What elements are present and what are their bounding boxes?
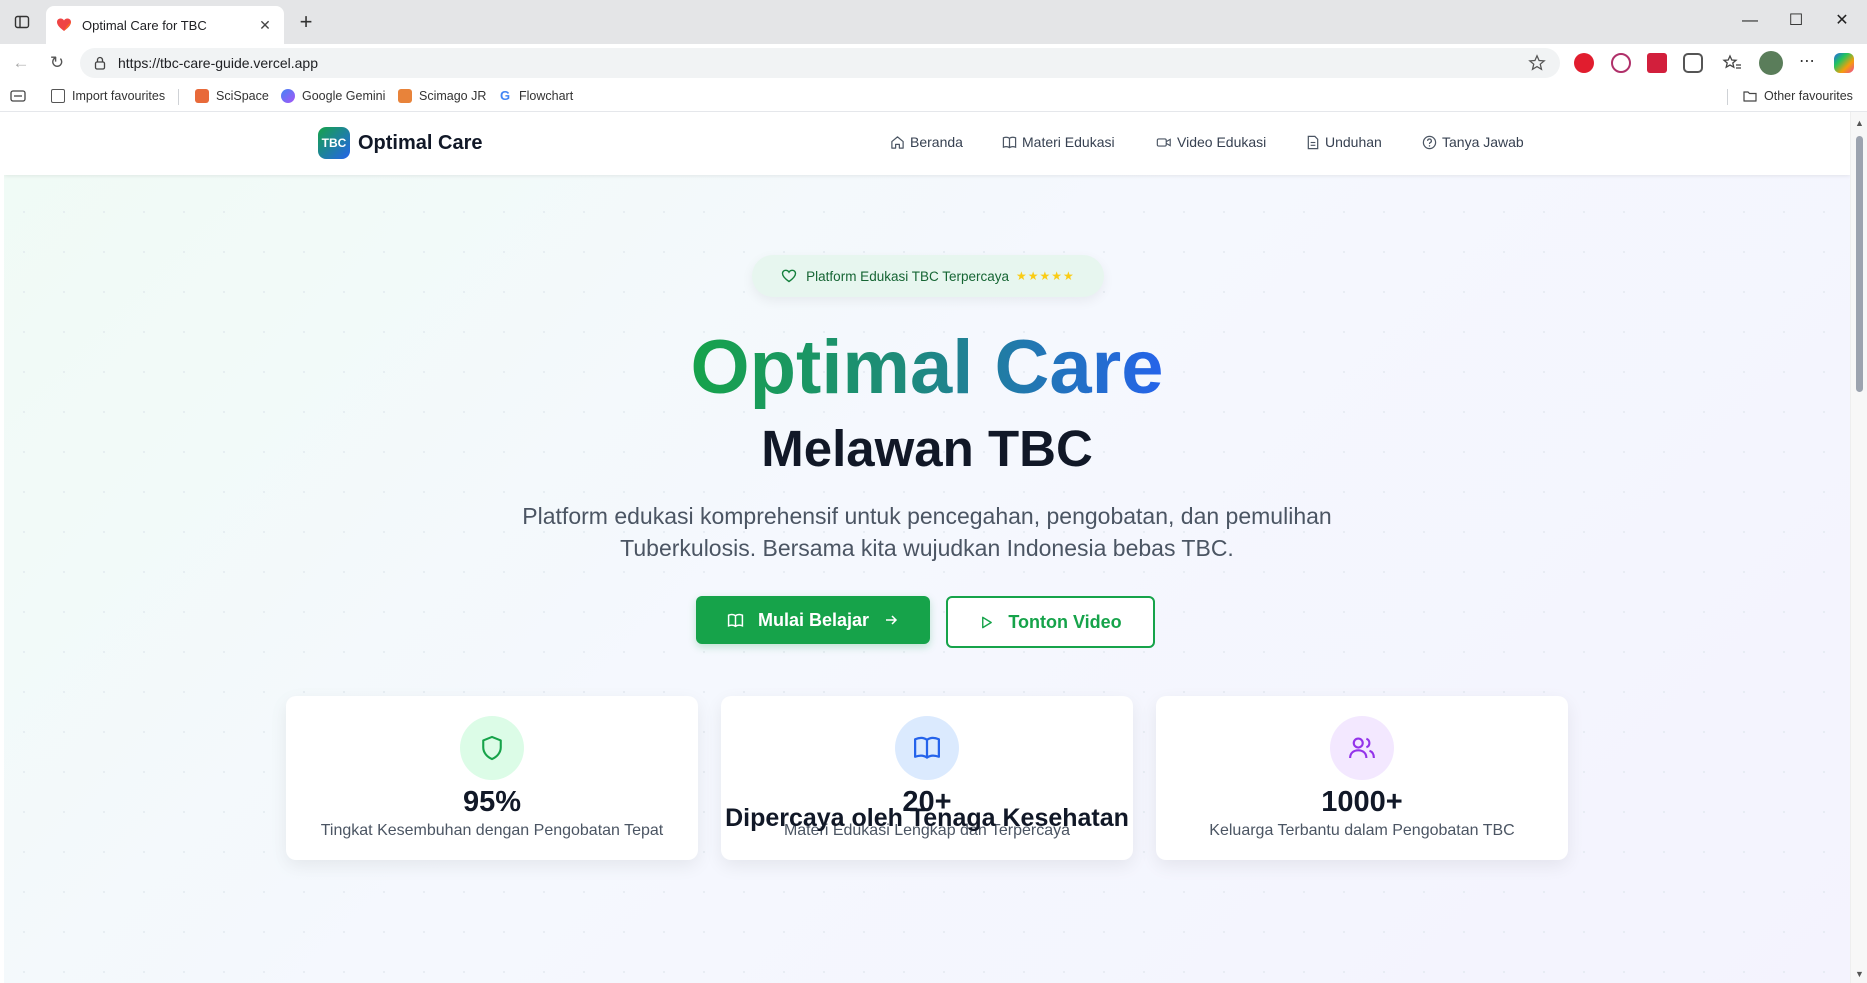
scimago-icon [398, 89, 412, 103]
scroll-down-icon[interactable]: ▼ [1855, 969, 1864, 979]
bookmark-scimago[interactable]: Scimago JR [398, 87, 486, 105]
play-icon [982, 616, 993, 628]
adblock-extension-icon[interactable] [1574, 53, 1594, 73]
heart-icon [781, 269, 797, 283]
pill-text: Platform Edukasi TBC Terpercaya [806, 268, 1010, 284]
nav-item-beranda[interactable]: Beranda [890, 134, 963, 150]
back-icon[interactable]: ← [8, 50, 34, 76]
stat-card-materials: 20+ Materi Edukasi Lengkap dan Terpercay… [721, 696, 1133, 860]
tab-title: Optimal Care for TBC [82, 17, 207, 33]
favicon-icon [57, 18, 71, 31]
favourites-icon[interactable] [1722, 53, 1742, 73]
browser-tab-bar: Optimal Care for TBC ✕ + — ☐ ✕ [0, 0, 1867, 44]
bookmark-label: Flowchart [519, 89, 574, 103]
address-toolbar: ← ↻ https://tbc-care-guide.vercel.app ⋯ [0, 44, 1867, 80]
bookmark-other-favourites[interactable]: Other favourites [1743, 87, 1853, 105]
page-viewport: TBC Optimal Care Beranda Materi Edukasi … [4, 112, 1850, 983]
book-icon [1002, 136, 1017, 148]
new-tab-icon[interactable]: + [294, 11, 318, 35]
site-logo[interactable]: TBC Optimal Care [318, 127, 482, 159]
users-icon [1330, 716, 1394, 780]
nav-label: Video Edukasi [1177, 134, 1267, 150]
bookmark-label: Import favourites [72, 89, 166, 103]
tab-close-icon[interactable]: ✕ [256, 17, 274, 34]
bookmark-label: Other favourites [1764, 89, 1853, 103]
more-menu-icon[interactable]: ⋯ [1797, 53, 1817, 73]
favourite-star-icon[interactable] [1528, 54, 1546, 72]
nav-label: Unduhan [1325, 134, 1382, 150]
file-icon [1307, 135, 1319, 149]
nav-item-tanya-jawab[interactable]: Tanya Jawab [1422, 134, 1524, 150]
stat-card-families: 1000+ Keluarga Terbantu dalam Pengobatan… [1156, 696, 1568, 860]
nav-label: Materi Edukasi [1022, 134, 1115, 150]
site-header: TBC Optimal Care Beranda Materi Edukasi … [4, 112, 1850, 175]
mendeley-extension-icon[interactable] [1647, 53, 1667, 73]
window-close-icon[interactable]: ✕ [1822, 8, 1862, 34]
arrow-right-icon [886, 615, 898, 625]
section-title: Dipercaya oleh Tenaga Kesehatan [725, 804, 1129, 832]
bookmark-label: Scimago JR [419, 89, 487, 103]
bookmark-divider [1727, 89, 1728, 105]
trust-pill-badge: Platform Edukasi TBC Terpercaya ★★★★★ [752, 255, 1104, 297]
bookmark-import-favourites[interactable]: Import favourites [51, 87, 165, 105]
nav-item-video-edukasi[interactable]: Video Edukasi [1156, 134, 1266, 150]
site-info-icon[interactable] [92, 55, 108, 71]
bookmark-scispace[interactable]: SciSpace [195, 87, 269, 105]
profile-avatar[interactable] [1759, 51, 1783, 75]
maximize-icon[interactable]: ☐ [1776, 8, 1816, 34]
minimize-icon[interactable]: — [1730, 8, 1770, 34]
button-label: Tonton Video [1008, 611, 1122, 632]
hero-title: Optimal Care [4, 330, 1850, 406]
copilot-icon[interactable] [1834, 53, 1854, 73]
address-bar[interactable]: https://tbc-care-guide.vercel.app [80, 48, 1560, 78]
reload-icon[interactable]: ↻ [44, 50, 70, 76]
rating-stars: ★★★★★ [1016, 269, 1075, 283]
folder-icon [1743, 91, 1757, 102]
bookmarks-bar: Import favourites SciSpace Google Gemini… [0, 80, 1867, 112]
book-open-icon [895, 716, 959, 780]
shield-icon [460, 716, 524, 780]
bookmark-label: Google Gemini [302, 89, 386, 103]
video-icon [1156, 137, 1171, 147]
nav-item-materi-edukasi[interactable]: Materi Edukasi [1002, 134, 1115, 150]
extensions-puzzle-icon[interactable] [1683, 53, 1703, 73]
scroll-up-icon[interactable]: ▲ [1855, 118, 1864, 128]
scispace-icon [195, 89, 209, 103]
book-open-icon [727, 613, 744, 627]
scroll-thumb[interactable] [1856, 136, 1863, 392]
watch-video-button[interactable]: Tonton Video [946, 596, 1155, 648]
sidebar-toggle-icon[interactable] [10, 10, 34, 34]
nav-item-unduhan[interactable]: Unduhan [1306, 134, 1382, 150]
url-text: https://tbc-care-guide.vercel.app [118, 55, 318, 71]
bookmark-label: SciSpace [216, 89, 269, 103]
page-scrollbar[interactable]: ▲ ▼ [1850, 112, 1867, 983]
hero-section: Platform Edukasi TBC Terpercaya ★★★★★ Op… [4, 112, 1850, 983]
reading-list-icon[interactable] [10, 87, 26, 105]
nav-label: Beranda [910, 134, 963, 150]
stat-card-recovery: 95% Tingkat Kesembuhan dengan Pengobatan… [286, 696, 698, 860]
hero-description: Platform edukasi komprehensif untuk penc… [522, 503, 1332, 561]
browser-tab-active[interactable]: Optimal Care for TBC ✕ [46, 6, 284, 44]
hero-title-text: Optimal Care [690, 325, 1164, 410]
import-icon [51, 89, 65, 103]
bookmark-divider [178, 89, 179, 105]
start-learning-button[interactable]: Mulai Belajar [696, 596, 930, 644]
button-label: Mulai Belajar [757, 609, 870, 630]
bookmark-flowchart[interactable]: G Flowchart [498, 87, 573, 105]
home-icon [891, 135, 904, 149]
logo-text: Optimal Care [358, 131, 483, 154]
nav-label: Tanya Jawab [1442, 134, 1524, 150]
help-circle-icon [1422, 135, 1437, 149]
hero-subtitle: Melawan TBC [761, 420, 1093, 477]
bookmark-google-gemini[interactable]: Google Gemini [281, 87, 385, 105]
logo-badge: TBC [318, 127, 350, 159]
google-icon: G [499, 88, 511, 103]
block-extension-icon[interactable] [1611, 53, 1631, 73]
gemini-icon [281, 89, 295, 103]
